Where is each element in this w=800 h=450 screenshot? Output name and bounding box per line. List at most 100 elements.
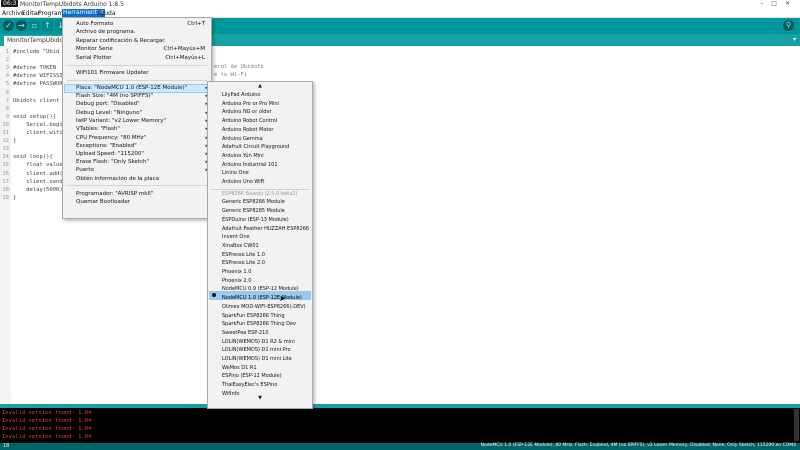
tools-menu-item[interactable]: Upload Speed: "115200" xyxy=(76,151,144,157)
line-number: 6 xyxy=(5,89,9,96)
line-number: 4 xyxy=(5,73,9,80)
line-number: 19 xyxy=(2,194,9,201)
window-title: MonitorTempUbidots Arduino 1.8.5 xyxy=(20,1,124,8)
console-line: Invalid version found: 1.04 xyxy=(2,418,92,424)
board-option[interactable]: Arduino Robot Motor xyxy=(222,127,273,133)
code-line[interactable]: Serial.begi xyxy=(13,122,62,128)
board-option[interactable]: SparkFun ESP8266 Thing Dev xyxy=(222,321,296,327)
code-line[interactable]: Ubidots client xyxy=(13,98,59,104)
maximize-icon[interactable]: □ xyxy=(771,0,785,7)
console-scrollbar[interactable] xyxy=(794,409,799,441)
code-line[interactable]: delay(5000) xyxy=(13,187,62,193)
board-option[interactable]: Arduino Uno WiFi xyxy=(222,179,265,185)
tools-menu-item[interactable]: Quemar Bootloader xyxy=(76,199,130,205)
code-line[interactable]: client.add( xyxy=(13,171,62,177)
board-option[interactable]: NodeMCU 0.9 (ESP-12 Module) xyxy=(222,286,299,292)
tools-menu-item[interactable]: Archivo de programa. xyxy=(76,29,136,35)
board-option[interactable]: LOLIN(WEMOS) D1 R2 & mini xyxy=(222,339,295,345)
arrow-right-icon: → xyxy=(18,21,25,30)
tools-menu-item[interactable]: Programador: "AVRISP mkII" xyxy=(76,191,153,197)
code-line[interactable]: void loop(){ xyxy=(13,154,53,160)
upload-button[interactable]: → xyxy=(16,20,27,31)
line-number: 14 xyxy=(2,154,9,161)
tools-menu-item[interactable]: Auto Formato xyxy=(76,21,113,27)
code-line[interactable]: client.send xyxy=(13,179,62,185)
code-line[interactable]: #define WIFISSI xyxy=(13,73,63,79)
code-line[interactable]: } xyxy=(13,138,16,144)
code-line[interactable]: } xyxy=(13,195,16,201)
board-option[interactable]: SparkFun ESP8266 Thing xyxy=(222,313,285,319)
board-option[interactable]: Arduino Pro or Pro Mini xyxy=(222,101,279,107)
board-option[interactable]: Phoenix 2.0 xyxy=(222,278,251,284)
code-line[interactable]: #include "Ubid xyxy=(13,49,59,55)
board-option[interactable]: Olimex MOD-WIFI-ESP8266(-DEV) xyxy=(222,304,306,310)
board-option[interactable]: Arduino Yún Mini xyxy=(222,153,264,159)
tab-menu-chevron-icon[interactable]: ▾ xyxy=(793,36,796,43)
tools-menu-item[interactable]: Debug port: "Disabled" xyxy=(76,101,140,107)
code-line[interactable]: void setup(){ xyxy=(13,114,56,120)
tools-menu-item[interactable]: IwIP Variant: "v2 Lower Memory" xyxy=(76,118,166,124)
open-sketch-button[interactable]: ↑ xyxy=(42,20,53,31)
check-icon: ✓ xyxy=(5,21,12,30)
board-option[interactable]: Generic ESP8266 Module xyxy=(222,199,285,205)
board-option[interactable]: NodeMCU 1.0 (ESP-12E Module) xyxy=(222,295,302,301)
tools-menu-item[interactable]: Serial Plotter xyxy=(76,55,111,61)
minimize-icon[interactable]: – xyxy=(760,0,771,7)
tools-menu-item[interactable]: Obtén información de la placa xyxy=(76,176,159,182)
tools-menu-item[interactable]: Monitor Serie xyxy=(76,46,113,52)
window-controls[interactable]: –□✕ xyxy=(760,0,798,7)
board-option[interactable]: LilyPad Arduino xyxy=(222,92,261,98)
board-option[interactable]: Linino One xyxy=(222,170,249,176)
tools-menu-item[interactable]: Exceptions: "Enabled" xyxy=(76,143,137,149)
code-line[interactable]: #define TOKEN xyxy=(13,65,56,71)
board-option[interactable]: Phoenix 1.0 xyxy=(222,269,251,275)
board-option[interactable]: ESPDuino (ESP-13 Module) xyxy=(222,217,289,223)
board-option[interactable]: ESPresso Lite 2.0 xyxy=(222,260,265,266)
line-number: 13 xyxy=(2,146,9,153)
serial-monitor-button[interactable]: ⚲ xyxy=(783,20,794,31)
board-option[interactable]: LOLIN(WEMOS) D1 mini Lite xyxy=(222,356,292,362)
verify-button[interactable]: ✓ xyxy=(3,20,14,31)
board-option[interactable]: Generic ESP8285 Module xyxy=(222,208,285,214)
scroll-down-icon[interactable]: ▼ xyxy=(208,395,312,401)
clock-overlay: 06:3 xyxy=(1,0,19,7)
line-number: 12 xyxy=(2,138,9,145)
board-option[interactable]: Arduino Robot Control xyxy=(222,118,277,124)
board-option[interactable]: ESPino (ESP-12 Module) xyxy=(222,373,282,379)
menu-separator xyxy=(67,80,207,81)
code-line[interactable]: float value xyxy=(13,162,62,168)
tools-menu-item[interactable]: Debug Level: "Ninguno" xyxy=(76,110,142,116)
board-option[interactable]: Adafruit Circuit Playground xyxy=(222,144,289,150)
tools-menu-item[interactable]: Reparar codificación & Recargar. xyxy=(76,38,166,44)
tools-dropdown-menu: Auto Formato Ctrl+T Archivo de programa. Re… xyxy=(62,17,212,219)
tools-menu-item[interactable]: Erase Flash: "Only Sketch" xyxy=(76,159,149,165)
board-option[interactable]: Arduino Gemma xyxy=(222,136,263,142)
tools-menu-item[interactable]: CPU Frequency: "80 MHz" xyxy=(76,135,146,141)
board-option[interactable]: ESPresso Lite 1.0 xyxy=(222,252,265,258)
menu-separator xyxy=(67,185,207,186)
board-option[interactable]: Adafruit Feather HUZZAH ESP8266 xyxy=(222,226,309,232)
close-icon[interactable]: ✕ xyxy=(785,0,798,7)
tools-menu-item[interactable]: Flash Size: "4M (no SPIFFS)" xyxy=(76,93,153,99)
line-number: 8 xyxy=(5,105,9,112)
scroll-up-icon[interactable]: ▲ xyxy=(208,83,312,89)
tools-menu-item[interactable]: Placa: "NodeMCU 1.0 (ESP-12E Module)" xyxy=(76,85,187,91)
new-sketch-button[interactable]: ▫ xyxy=(29,20,40,31)
board-option[interactable]: Invent One xyxy=(222,234,250,240)
tools-menu-item[interactable]: WiFi101 Firmware Updater xyxy=(76,70,149,76)
board-option[interactable]: XinaBox CW01 xyxy=(222,243,259,249)
code-line[interactable]: #define PASSWOR xyxy=(13,81,63,87)
console-output: Invalid version found: 1.04 Invalid vers… xyxy=(0,408,800,443)
board-option[interactable]: SweetPea ESP-210 xyxy=(222,330,269,336)
shortcut-label: Ctrl+Mayús+L xyxy=(165,55,205,61)
board-option[interactable]: LOLIN(WEMOS) D1 mini Pro xyxy=(222,347,291,353)
board-option[interactable]: ThaiEasyElec's ESPino xyxy=(222,382,277,388)
code-line[interactable]: client.wifi xyxy=(13,130,62,136)
board-option[interactable]: Arduino Industrial 101 xyxy=(222,162,278,168)
tools-menu-item[interactable]: VTables: "Flash" xyxy=(76,126,120,132)
board-option[interactable]: WeMos D1 R1 xyxy=(222,365,257,371)
tools-menu-item[interactable]: Puerto xyxy=(76,167,94,173)
board-submenu: ▲ LilyPad Arduino Arduino Pro or Pro Mini… xyxy=(207,81,313,409)
menu-ayuda[interactable]: Ayuda xyxy=(97,10,116,17)
board-option[interactable]: Arduino NG or older xyxy=(222,109,272,115)
